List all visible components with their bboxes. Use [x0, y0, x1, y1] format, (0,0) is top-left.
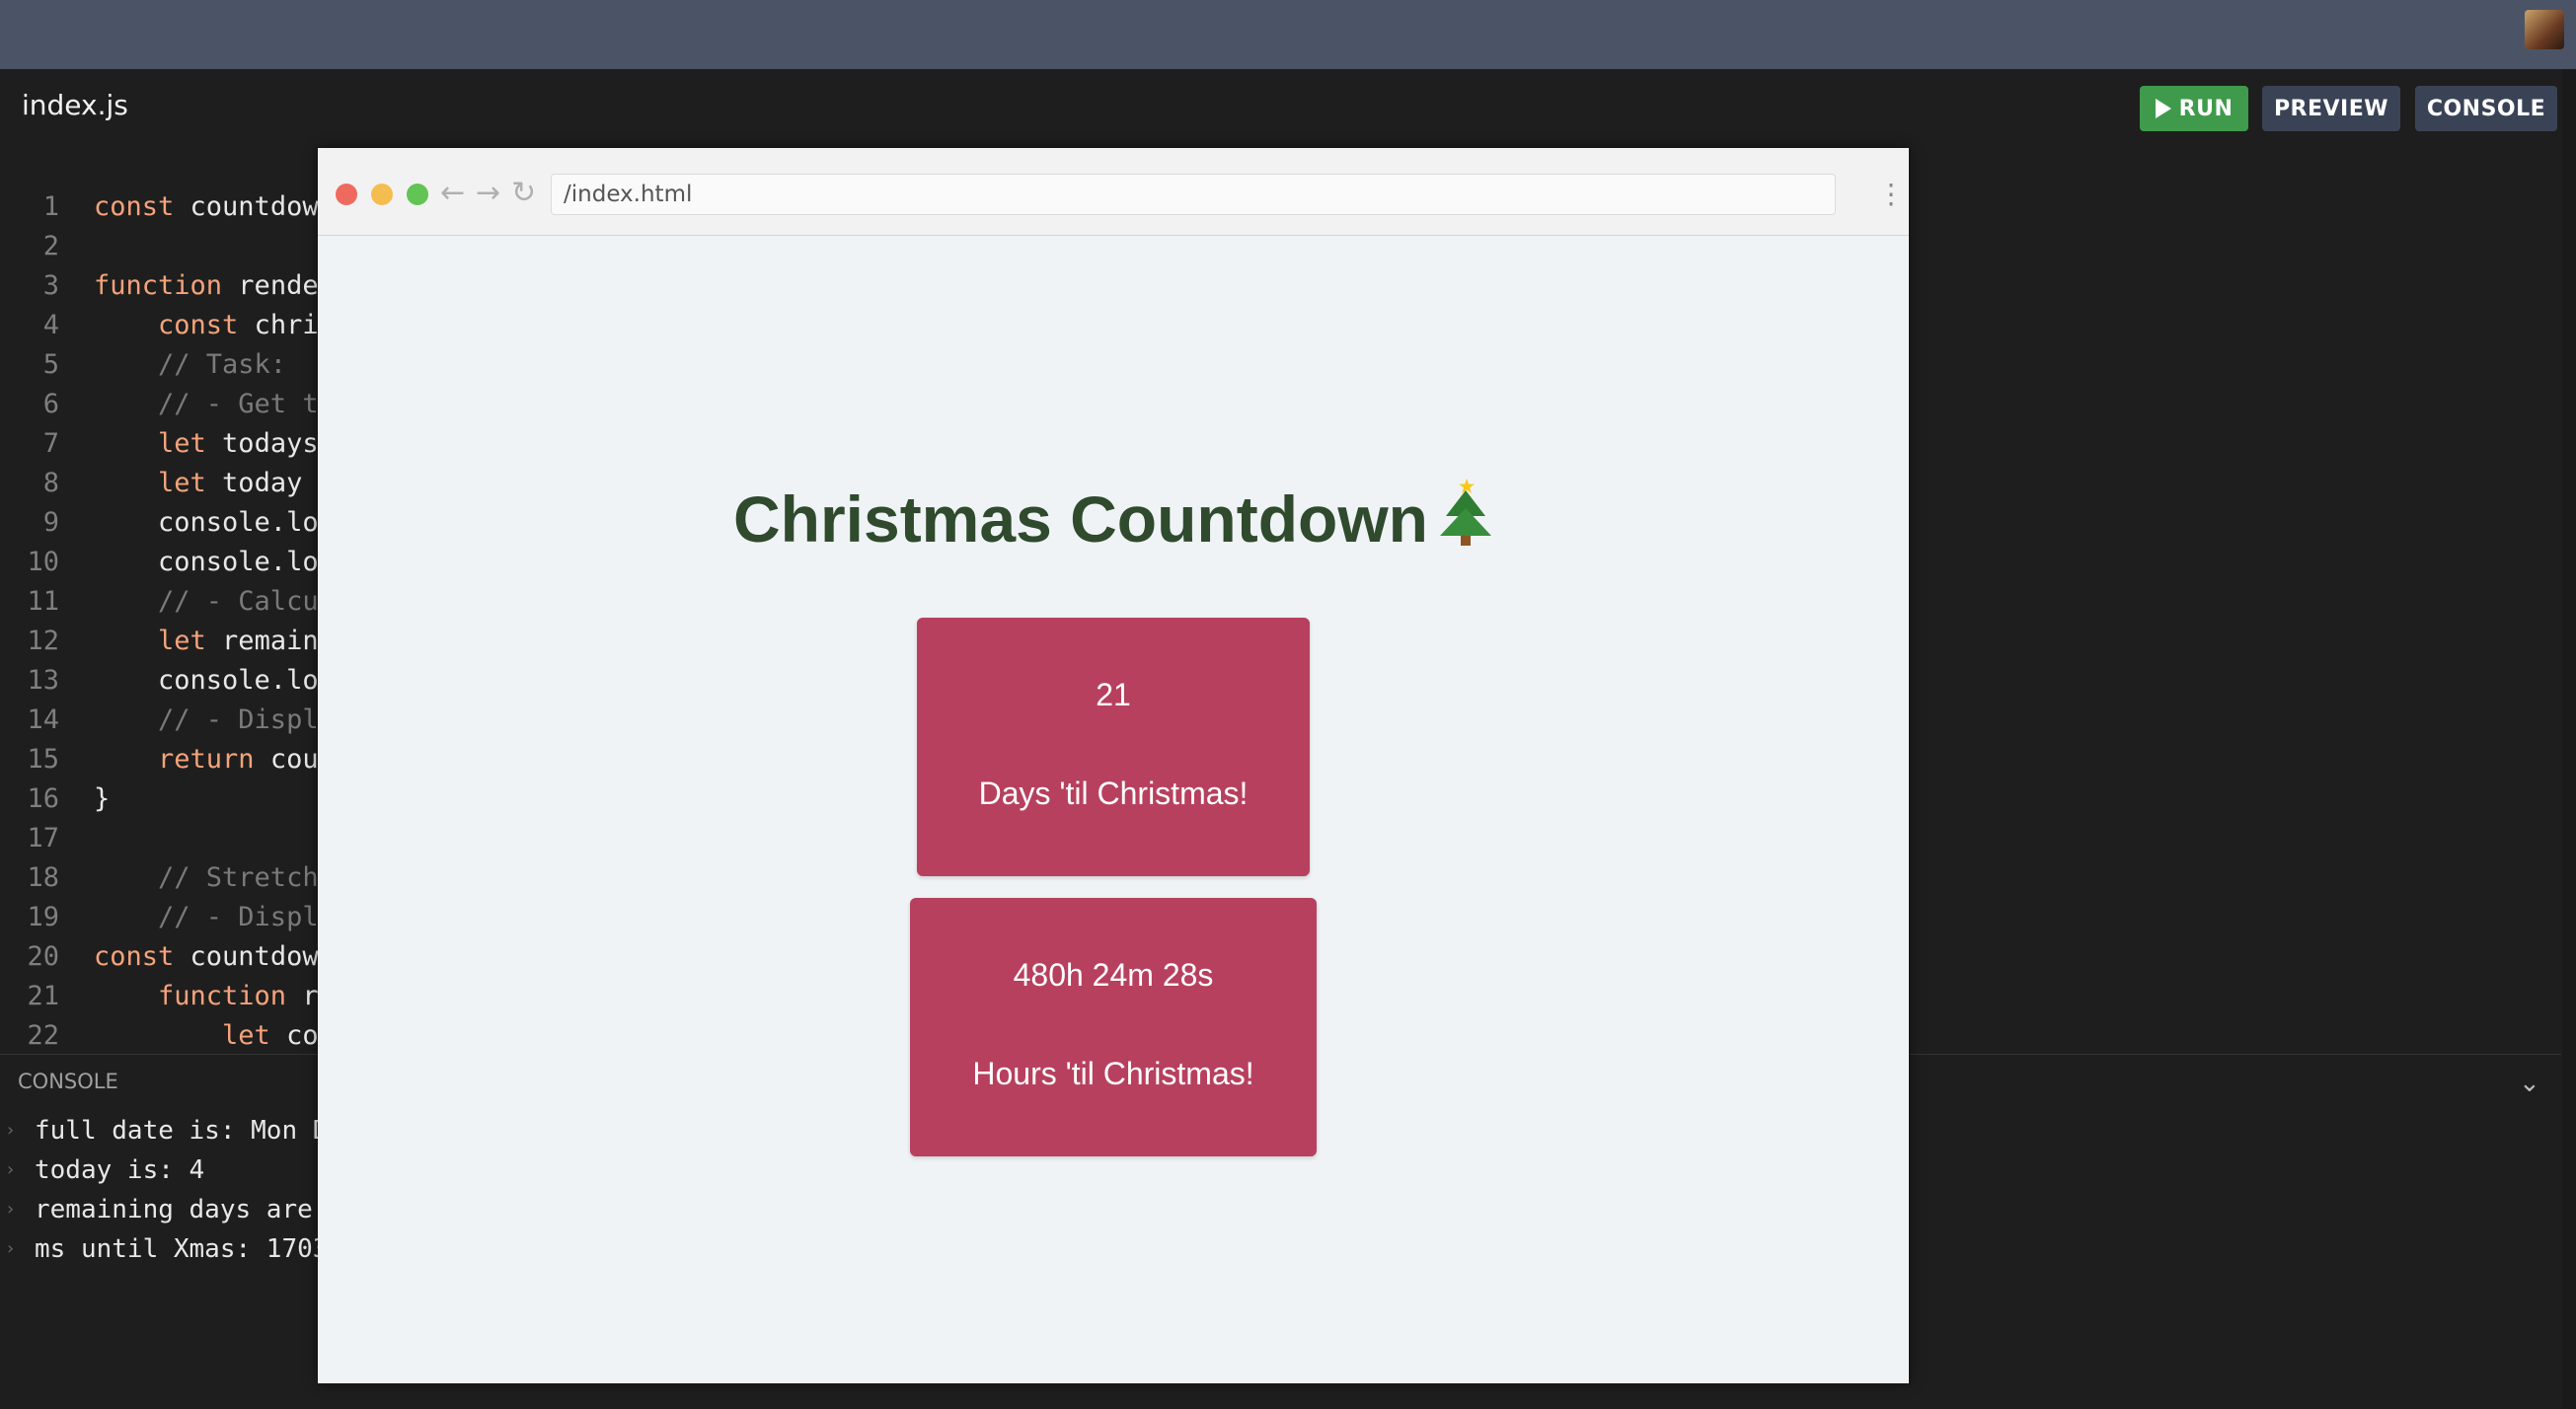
- line-number: 7: [42, 428, 59, 459]
- reload-icon[interactable]: ↻: [511, 176, 536, 210]
- code-text: todaysF: [205, 428, 335, 459]
- code-text: console.log: [94, 665, 335, 696]
- console-text: today is: 4: [35, 1155, 205, 1185]
- line-number: 22: [27, 1020, 59, 1051]
- line-number: 13: [27, 665, 59, 696]
- line-number: 9: [42, 507, 59, 538]
- preview-button[interactable]: PREVIEW: [2262, 86, 2400, 131]
- line-number: 1: [42, 191, 59, 222]
- line-number: 3: [42, 270, 59, 301]
- line-number: 6: [42, 389, 59, 419]
- days-value: 21: [1096, 677, 1131, 712]
- chevron-right-icon: ›: [5, 1199, 16, 1220]
- code-keyword: let: [94, 1020, 270, 1051]
- code-text: countdown: [174, 191, 335, 222]
- minimize-window-icon[interactable]: [371, 184, 393, 205]
- hours-countdown-card: 480h 24m 28s Hours 'til Christmas!: [910, 898, 1317, 1156]
- line-number: 18: [27, 862, 59, 893]
- code-text: today =: [205, 468, 335, 498]
- console-text: full date is: Mon D: [35, 1116, 329, 1146]
- run-label: RUN: [2178, 96, 2234, 121]
- chevron-right-icon: ›: [5, 1238, 16, 1259]
- code-comment: // - Calcul: [94, 586, 335, 617]
- more-options-icon[interactable]: ⋮: [1877, 178, 1905, 210]
- line-number: 12: [27, 626, 59, 656]
- line-number: 19: [27, 902, 59, 932]
- preview-window: ← → ↻ /index.html ⋮ Christmas Countdown ★…: [318, 148, 1909, 1383]
- maximize-window-icon[interactable]: [407, 184, 428, 205]
- line-number: 15: [27, 744, 59, 775]
- code-keyword: let: [94, 626, 206, 656]
- console-button[interactable]: CONSOLE: [2415, 86, 2557, 131]
- code-text: }: [94, 783, 111, 814]
- line-number: 11: [27, 586, 59, 617]
- play-icon: [2155, 99, 2171, 118]
- code-text: remaini: [205, 626, 335, 656]
- code-keyword: function: [94, 270, 223, 301]
- address-bar[interactable]: /index.html: [551, 174, 1836, 215]
- line-number: 14: [27, 704, 59, 735]
- christmas-tree-icon: ★: [1438, 477, 1493, 546]
- line-number: 4: [42, 310, 59, 340]
- user-avatar[interactable]: [2525, 10, 2564, 49]
- line-number: 10: [27, 547, 59, 577]
- top-bar: [0, 0, 2576, 69]
- line-number: 21: [27, 981, 59, 1011]
- page-title-text: Christmas Countdown: [733, 482, 1428, 556]
- code-keyword: const: [94, 191, 175, 222]
- scrollbar[interactable]: [2562, 69, 2576, 1409]
- chevron-right-icon: ›: [5, 1120, 16, 1141]
- days-label: Days 'til Christmas!: [978, 776, 1249, 811]
- code-text: console.log: [94, 547, 335, 577]
- code-comment: // - Displa: [94, 902, 335, 932]
- code-comment: // - Get to: [94, 389, 335, 419]
- line-number: 17: [27, 823, 59, 853]
- code-keyword: return: [94, 744, 255, 775]
- console-text: remaining days are:: [35, 1195, 329, 1224]
- line-number: 5: [42, 349, 59, 380]
- code-text: console.log: [94, 507, 335, 538]
- code-comment: // Stretch: [94, 862, 319, 893]
- line-number: 20: [27, 941, 59, 972]
- forward-arrow-icon[interactable]: →: [476, 176, 500, 210]
- console-label: CONSOLE: [18, 1070, 118, 1093]
- line-number: 2: [42, 231, 59, 261]
- chevron-down-icon[interactable]: ⌄: [2519, 1068, 2540, 1098]
- code-keyword: const: [94, 310, 239, 340]
- run-button[interactable]: RUN: [2140, 86, 2248, 131]
- code-keyword: let: [94, 468, 206, 498]
- hours-value: 480h 24m 28s: [1013, 957, 1214, 993]
- hours-label: Hours 'til Christmas!: [972, 1056, 1254, 1091]
- code-comment: // Task:: [94, 349, 287, 380]
- url-text: /index.html: [564, 182, 693, 207]
- file-tab-name[interactable]: index.js: [22, 89, 128, 121]
- days-countdown-card: 21 Days 'til Christmas!: [917, 618, 1310, 876]
- code-keyword: function: [94, 981, 287, 1011]
- code-comment: // - Displa: [94, 704, 335, 735]
- browser-toolbar: ← → ↻ /index.html ⋮: [318, 148, 1909, 236]
- back-arrow-icon[interactable]: ←: [440, 176, 465, 210]
- code-text: countdown: [174, 941, 335, 972]
- code-keyword: let: [94, 428, 206, 459]
- console-text: ms until Xmas: 1703: [35, 1234, 329, 1264]
- code-keyword: const: [94, 941, 175, 972]
- close-window-icon[interactable]: [336, 184, 357, 205]
- page-title: Christmas Countdown ★: [318, 477, 1909, 556]
- line-number: 16: [27, 783, 59, 814]
- line-number: 8: [42, 468, 59, 498]
- chevron-right-icon: ›: [5, 1159, 16, 1180]
